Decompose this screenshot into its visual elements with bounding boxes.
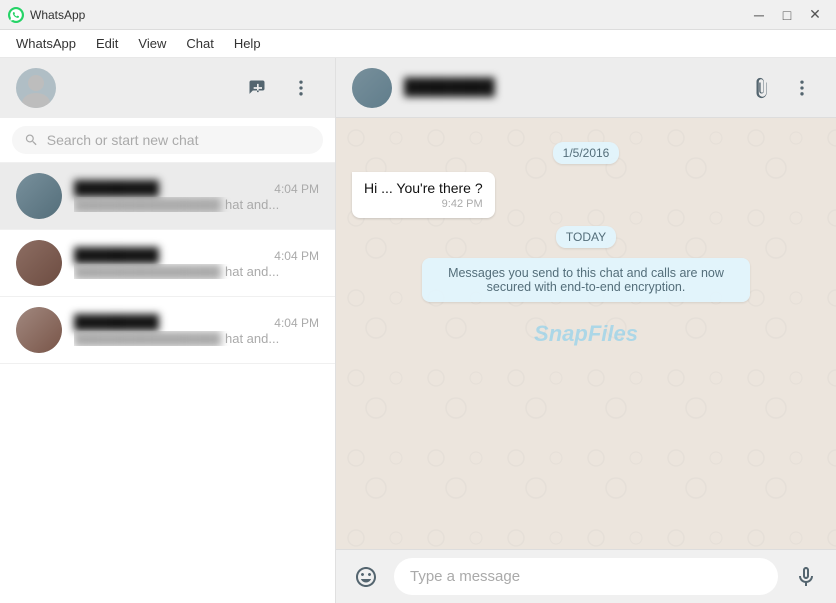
- chat-preview-1: ████████████████ hat and...: [74, 197, 319, 212]
- chat-item-3[interactable]: ████████ 4:04 PM ████████████████ hat an…: [0, 297, 335, 364]
- chat-header-avatar[interactable]: [352, 68, 392, 108]
- title-bar: WhatsApp ─ □ ✕: [0, 0, 836, 30]
- info-message: Messages you send to this chat and calls…: [352, 258, 820, 302]
- sidebar: ████████ 4:04 PM ████████████████ hat an…: [0, 58, 336, 603]
- app-icon: [8, 7, 24, 23]
- title-bar-controls: ─ □ ✕: [746, 2, 828, 28]
- emoji-button[interactable]: [348, 559, 384, 595]
- chat-info-2: ████████ 4:04 PM ████████████████ hat an…: [74, 247, 319, 279]
- app-body: ████████ 4:04 PM ████████████████ hat an…: [0, 58, 836, 603]
- search-input[interactable]: [47, 132, 311, 148]
- new-chat-button[interactable]: [239, 70, 275, 106]
- sidebar-header-actions: [239, 70, 319, 106]
- chat-item-2[interactable]: ████████ 4:04 PM ████████████████ hat an…: [0, 230, 335, 297]
- search-bar: [0, 118, 335, 163]
- watermark: SnapFiles: [534, 321, 638, 347]
- menu-edit[interactable]: Edit: [88, 34, 126, 53]
- attachment-button[interactable]: [744, 70, 780, 106]
- chat-time-1: 4:04 PM: [274, 182, 319, 196]
- close-button[interactable]: ✕: [802, 2, 828, 28]
- maximize-button[interactable]: □: [774, 2, 800, 28]
- chat-name-3: ████████: [74, 314, 159, 331]
- profile-avatar[interactable]: [16, 68, 56, 108]
- message-input[interactable]: [394, 558, 778, 595]
- chat-info-1: ████████ 4:04 PM ████████████████ hat an…: [74, 180, 319, 212]
- chat-input-bar: [336, 549, 836, 603]
- chat-messages: SnapFiles 1/5/2016 Hi ... You're there ?…: [336, 118, 836, 549]
- search-input-wrap: [12, 126, 323, 154]
- message-row-received: Hi ... You're there ? 9:42 PM: [352, 172, 820, 218]
- chat-list: ████████ 4:04 PM ████████████████ hat an…: [0, 163, 335, 603]
- chat-name-row-1: ████████ 4:04 PM: [74, 180, 319, 197]
- menu-whatsapp[interactable]: WhatsApp: [8, 34, 84, 53]
- menu-help[interactable]: Help: [226, 34, 269, 53]
- chat-time-3: 4:04 PM: [274, 316, 319, 330]
- date-badge: 1/5/2016: [352, 142, 820, 164]
- voice-button[interactable]: [788, 559, 824, 595]
- message-text-1: Hi ... You're there ?: [364, 180, 483, 196]
- title-bar-left: WhatsApp: [8, 7, 85, 23]
- menu-view[interactable]: View: [130, 34, 174, 53]
- menu-chat[interactable]: Chat: [178, 34, 221, 53]
- chat-header-left: ████████: [352, 68, 495, 108]
- chat-header: ████████: [336, 58, 836, 118]
- info-bubble: Messages you send to this chat and calls…: [422, 258, 750, 302]
- sidebar-header: [0, 58, 335, 118]
- chat-item-1[interactable]: ████████ 4:04 PM ████████████████ hat an…: [0, 163, 335, 230]
- search-icon: [24, 132, 39, 148]
- chat-preview-3: ████████████████ hat and...: [74, 331, 319, 346]
- chat-info-3: ████████ 4:04 PM ████████████████ hat an…: [74, 314, 319, 346]
- chat-name-1: ████████: [74, 180, 159, 197]
- message-time-1: 9:42 PM: [364, 198, 483, 210]
- chat-avatar-3: [16, 307, 62, 353]
- chat-header-name: ████████: [404, 79, 495, 97]
- today-badge: TODAY: [352, 226, 820, 248]
- chat-name-row-3: ████████ 4:04 PM: [74, 314, 319, 331]
- chat-time-2: 4:04 PM: [274, 249, 319, 263]
- sidebar-header-left: [16, 68, 56, 108]
- minimize-button[interactable]: ─: [746, 2, 772, 28]
- chat-more-button[interactable]: [784, 70, 820, 106]
- menu-bar: WhatsApp Edit View Chat Help: [0, 30, 836, 58]
- chat-avatar-1: [16, 173, 62, 219]
- chat-name-2: ████████: [74, 247, 159, 264]
- title-bar-title: WhatsApp: [30, 8, 85, 22]
- chat-avatar-2: [16, 240, 62, 286]
- more-options-button[interactable]: [283, 70, 319, 106]
- chat-name-row-2: ████████ 4:04 PM: [74, 247, 319, 264]
- message-bubble-received: Hi ... You're there ? 9:42 PM: [352, 172, 495, 218]
- chat-preview-2: ████████████████ hat and...: [74, 264, 319, 279]
- chat-header-actions: [744, 70, 820, 106]
- chat-panel: ████████ SnapFiles 1/: [336, 58, 836, 603]
